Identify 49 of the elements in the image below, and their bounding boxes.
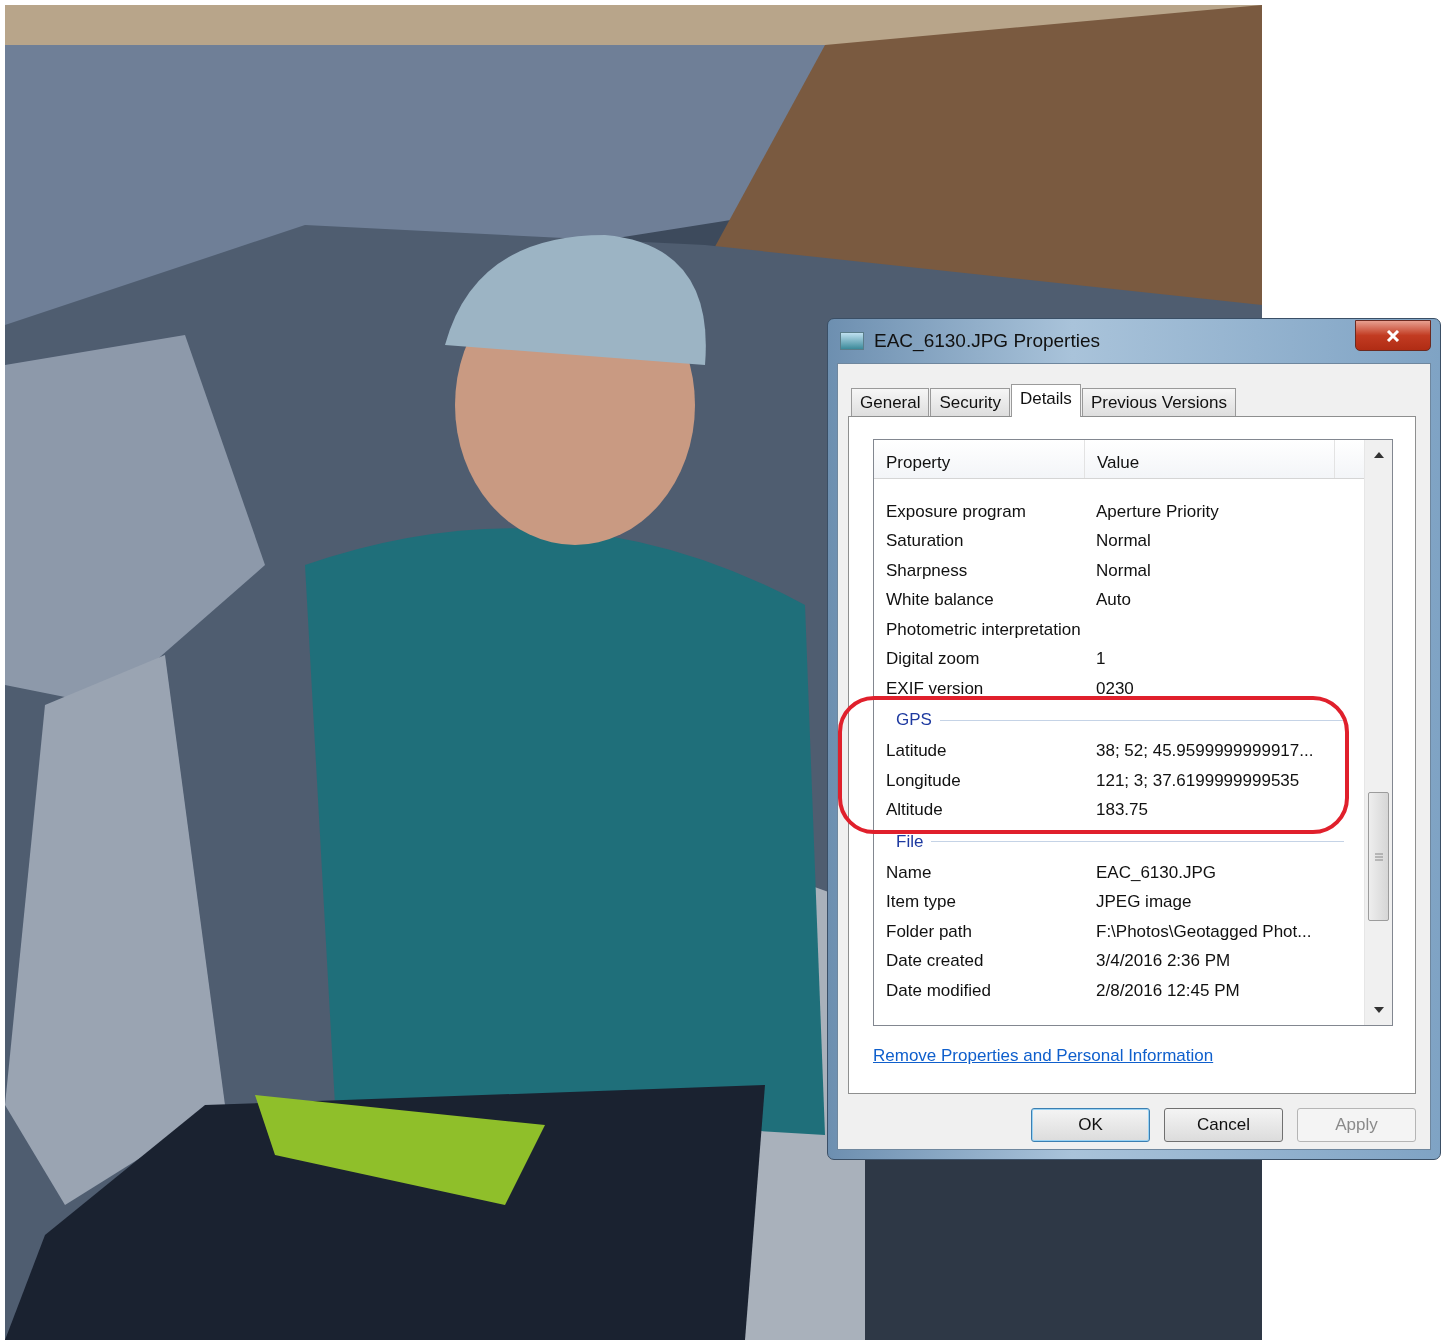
table-cell-text: Date created: [885, 951, 985, 972]
table-cell-text: Date modified: [885, 980, 992, 1001]
group-label: GPS: [896, 710, 932, 730]
table-cell-text: Longitude: [885, 770, 962, 791]
table-cell-text: White balance: [885, 590, 995, 611]
dialog-button[interactable]: OK: [1031, 1108, 1150, 1142]
table-cell: 38; 52; 45.9599999999917...: [1096, 741, 1314, 762]
table-cell: 183.75: [1096, 800, 1148, 821]
table-cell: Normal: [1096, 560, 1151, 581]
table-cell-text: Digital zoom: [885, 649, 981, 670]
table-cell-text: Folder path: [885, 921, 973, 942]
remove-properties-link[interactable]: Remove Properties and Personal Information: [873, 1046, 1214, 1066]
scroll-down-icon[interactable]: [1373, 1007, 1384, 1013]
group-label: File: [896, 831, 924, 852]
table-cell-text: Sharpness: [885, 560, 969, 581]
window-title: EAC_6130.JPG Properties: [874, 330, 1101, 352]
table-cell: F:\Photos\Geotagged Phot...: [1096, 921, 1312, 942]
column-header[interactable]: Property: [874, 440, 1085, 478]
scrollbar[interactable]: [1364, 440, 1392, 1025]
column-header[interactable]: Value: [1085, 440, 1335, 478]
table-cell-text: Photometric interpretation: [885, 619, 1082, 640]
dialog-button[interactable]: Cancel: [1164, 1108, 1283, 1142]
scroll-thumb[interactable]: [1368, 792, 1389, 921]
table-cell-text: Name: [885, 862, 933, 883]
table-cell: EAC_6130.JPG: [1096, 862, 1216, 883]
table-cell: 1: [1096, 649, 1106, 670]
table-cell-text: Exposure program: [885, 501, 1027, 522]
close-button[interactable]: [1355, 320, 1431, 351]
table-cell-text: Altitude: [885, 800, 944, 821]
tab[interactable]: Previous Versions: [1081, 388, 1236, 416]
table-cell-text: Item type: [885, 892, 957, 913]
table-cell: Normal: [1096, 531, 1151, 552]
tab[interactable]: General: [851, 388, 930, 416]
scroll-up-icon[interactable]: [1373, 452, 1384, 458]
table-cell: 2/8/2016 12:45 PM: [1096, 980, 1240, 1001]
table-cell-text: EXIF version: [885, 678, 985, 699]
table-cell-text: Saturation: [885, 531, 965, 552]
table-cell: JPEG image: [1096, 892, 1192, 913]
grip-icon: [1374, 852, 1383, 861]
tab[interactable]: Security: [930, 388, 1010, 416]
table-cell: 3/4/2016 2:36 PM: [1096, 951, 1231, 972]
table-cell: 121; 3; 37.6199999999535: [1096, 770, 1300, 791]
table-cell: 0230: [1096, 678, 1134, 699]
tab[interactable]: Details: [1010, 384, 1081, 417]
close-icon: [1386, 329, 1400, 342]
table-cell-text: Latitude: [885, 741, 948, 762]
table-cell: Auto: [1096, 590, 1131, 611]
table-cell: Aperture Priority: [1096, 501, 1219, 522]
image-file-icon: [840, 332, 864, 350]
